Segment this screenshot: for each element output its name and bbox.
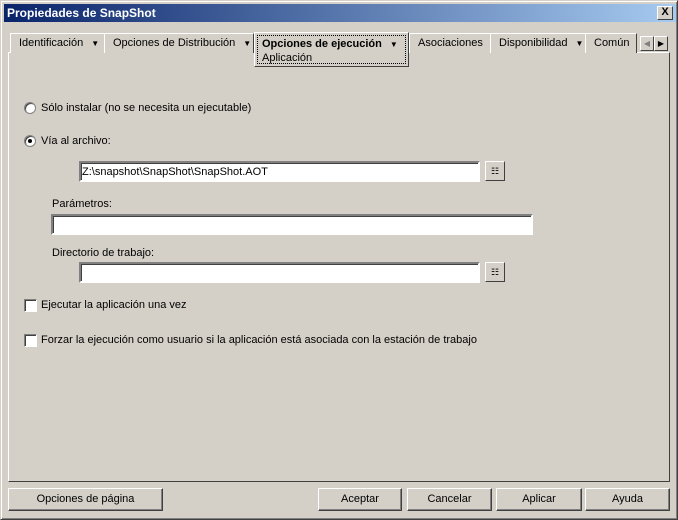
- window-title: Propiedades de SnapShot: [7, 6, 156, 20]
- path-input[interactable]: [79, 161, 480, 182]
- chevron-down-icon[interactable]: ▼: [576, 34, 584, 53]
- tab-identificacion[interactable]: Identificación ▼: [10, 33, 105, 53]
- tab-scroll-left-button[interactable]: ◀: [640, 36, 654, 51]
- chevron-down-icon[interactable]: ▼: [390, 40, 398, 49]
- workdir-input[interactable]: [79, 262, 480, 283]
- title-bar: Propiedades de SnapShot X: [4, 4, 676, 22]
- browse-tree-icon: ☷: [490, 267, 500, 277]
- close-button[interactable]: X: [657, 6, 673, 20]
- params-label: Parámetros:: [52, 198, 112, 210]
- run-once-checkbox[interactable]: [24, 299, 37, 312]
- help-button[interactable]: Ayuda: [585, 488, 670, 511]
- tab-label: Común: [594, 37, 630, 49]
- tab-label: Identificación: [19, 37, 84, 49]
- force-user-label[interactable]: Forzar la ejecución como usuario si la a…: [41, 334, 477, 346]
- chevron-down-icon[interactable]: ▼: [91, 34, 99, 53]
- cancel-button[interactable]: Cancelar: [407, 488, 492, 511]
- chevron-down-icon[interactable]: ▼: [243, 34, 251, 53]
- path-radio[interactable]: [24, 135, 36, 147]
- tab-label: Opciones de ejecución: [262, 38, 382, 50]
- apply-button[interactable]: Aplicar: [496, 488, 582, 511]
- ok-button[interactable]: Aceptar: [318, 488, 402, 511]
- browse-workdir-button[interactable]: ☷: [485, 262, 505, 282]
- tab-asociaciones[interactable]: Asociaciones: [409, 33, 491, 53]
- tab-scroll-right-button[interactable]: ▶: [654, 36, 668, 51]
- page-options-button[interactable]: Opciones de página: [8, 488, 163, 511]
- run-once-label[interactable]: Ejecutar la aplicación una vez: [41, 299, 187, 311]
- params-input[interactable]: [51, 214, 533, 235]
- tab-opciones-distribucion[interactable]: Opciones de Distribución ▼: [104, 33, 254, 53]
- tab-comun[interactable]: Común: [585, 33, 637, 53]
- workdir-label: Directorio de trabajo:: [52, 247, 155, 259]
- browse-path-button[interactable]: ☷: [485, 161, 505, 181]
- tab-label: Opciones de Distribución: [113, 37, 236, 49]
- tab-label: Disponibilidad: [499, 37, 568, 49]
- install-only-label[interactable]: Sólo instalar (no se necesita un ejecuta…: [41, 102, 251, 114]
- tab-disponibilidad[interactable]: Disponibilidad ▼: [490, 33, 586, 53]
- install-only-radio[interactable]: [24, 102, 36, 114]
- tab-opciones-ejecucion[interactable]: Opciones de ejecución ▼ Aplicación: [254, 32, 409, 67]
- browse-tree-icon: ☷: [490, 166, 500, 176]
- tab-label: Asociaciones: [418, 37, 483, 49]
- force-user-checkbox[interactable]: [24, 334, 37, 347]
- dropdown-item-aplicacion[interactable]: Aplicación: [262, 52, 401, 64]
- path-label[interactable]: Vía al archivo:: [41, 135, 111, 147]
